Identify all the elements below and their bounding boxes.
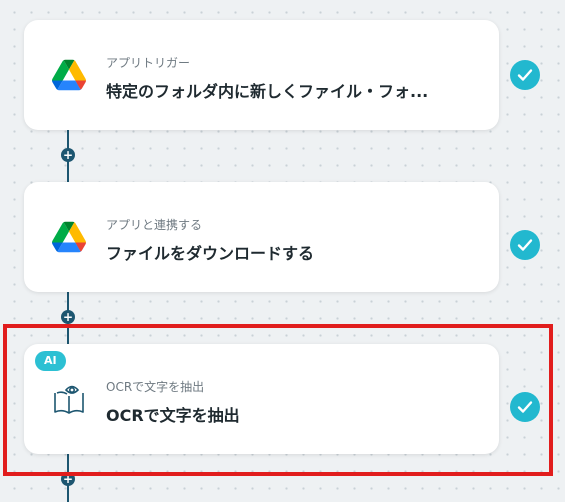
add-step-button[interactable]: + — [61, 310, 75, 324]
step-subtitle: アプリトリガー — [106, 56, 191, 70]
google-drive-icon — [52, 59, 86, 91]
step-title: ファイルをダウンロードする — [106, 244, 315, 263]
google-drive-icon — [52, 221, 86, 253]
flow-step-card-trigger[interactable]: アプリトリガー 特定のフォルダ内に新しくファイル・フォ... — [24, 20, 499, 130]
selection-highlight-frame — [3, 324, 553, 476]
flow-step-card-download[interactable]: アプリと連携する ファイルをダウンロードする — [24, 182, 499, 292]
step-complete-check-icon — [510, 230, 540, 260]
step-subtitle: アプリと連携する — [106, 218, 203, 232]
step-complete-check-icon — [510, 60, 540, 90]
step-title: 特定のフォルダ内に新しくファイル・フォ... — [106, 82, 429, 101]
add-step-button[interactable]: + — [61, 148, 75, 162]
